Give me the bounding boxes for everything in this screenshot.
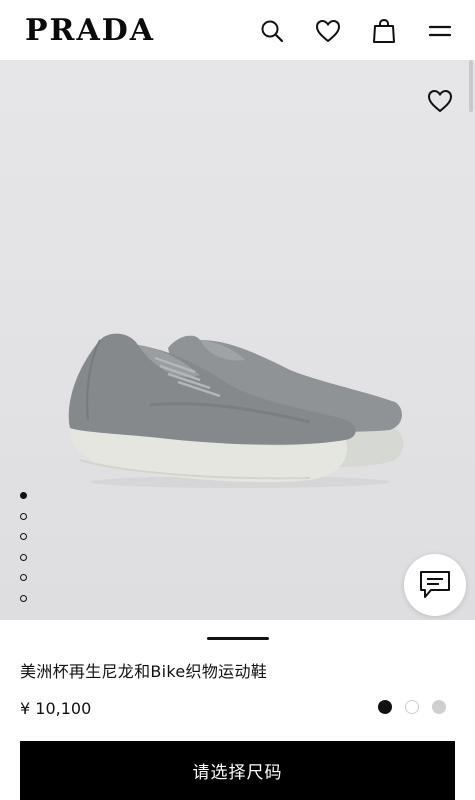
top-header: PRADA	[0, 0, 475, 60]
gallery-dot[interactable]	[20, 594, 27, 602]
product-price: ¥ 10,100	[20, 699, 92, 718]
scrollbar[interactable]	[469, 60, 473, 112]
sheet-drag-handle[interactable]	[207, 637, 269, 640]
select-size-button[interactable]: 请选择尺码	[20, 741, 455, 800]
shopping-bag-icon	[373, 18, 395, 43]
product-image-sneaker[interactable]	[60, 310, 410, 490]
search-button[interactable]	[259, 18, 285, 44]
search-icon	[261, 20, 284, 43]
color-swatch[interactable]	[405, 700, 419, 714]
gallery-dot[interactable]	[20, 533, 27, 541]
chat-button[interactable]	[404, 554, 466, 616]
gallery-dot[interactable]	[20, 553, 27, 561]
menu-button[interactable]	[427, 18, 453, 44]
brand-logo[interactable]: PRADA	[25, 13, 155, 48]
gallery-dot[interactable]	[20, 512, 27, 520]
gallery-dot[interactable]	[20, 492, 27, 499]
gallery-dot[interactable]	[20, 574, 27, 582]
chat-icon	[420, 571, 450, 598]
heart-icon	[315, 19, 341, 43]
product-gallery[interactable]	[0, 60, 475, 620]
color-swatches	[378, 700, 446, 714]
gallery-pagination	[20, 492, 30, 616]
menu-icon	[428, 25, 452, 37]
wishlist-button[interactable]	[315, 18, 341, 44]
color-swatch[interactable]	[378, 700, 392, 714]
shopping-bag-button[interactable]	[371, 18, 397, 44]
product-title: 美洲杯再生尼龙和Bike织物运动鞋	[20, 662, 268, 681]
add-to-wishlist-icon[interactable]	[427, 88, 453, 114]
color-swatch[interactable]	[432, 700, 446, 714]
